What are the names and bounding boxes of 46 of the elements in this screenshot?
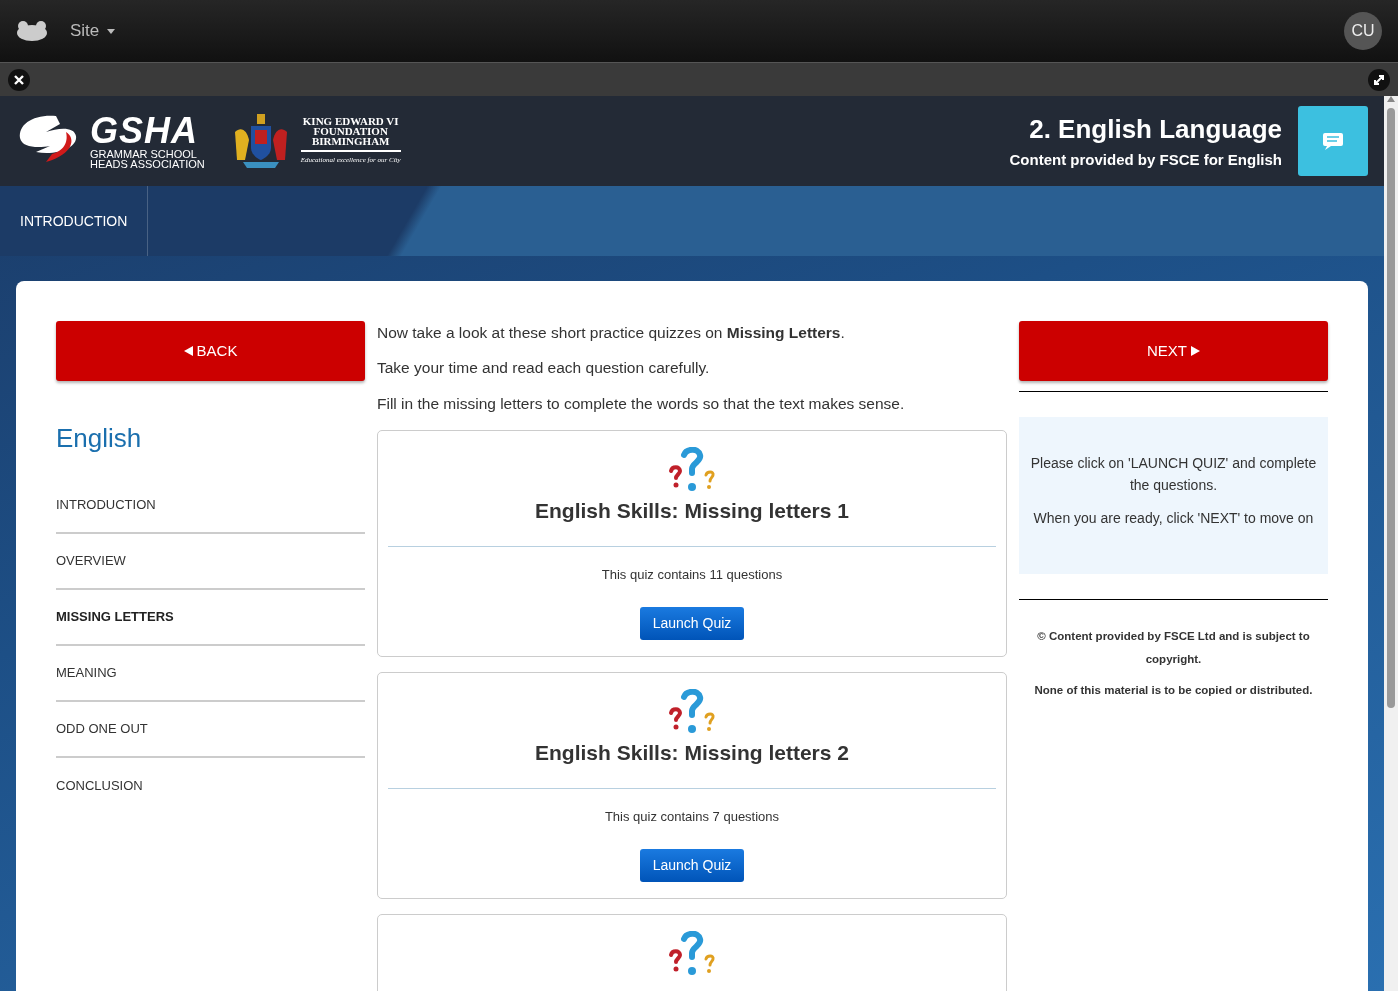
sidebar-item[interactable]: MISSING LETTERS (56, 590, 365, 646)
launch-quiz-button[interactable]: Launch Quiz (639, 848, 745, 882)
user-avatar[interactable]: CU (1344, 12, 1382, 50)
sidebar-item[interactable]: ODD ONE OUT (56, 702, 365, 758)
logo-tagline: GRAMMAR SCHOOL (90, 149, 198, 159)
next-button[interactable]: NEXT (1019, 321, 1328, 381)
caret-icon (107, 28, 116, 34)
copyright-text: None of this material is to be copied or distributed. (1033, 683, 1314, 699)
expand-button[interactable] (1368, 68, 1390, 91)
course-title: 2. English Language (1028, 113, 1282, 147)
left-arrow-icon (183, 346, 193, 356)
back-button[interactable]: BACK (56, 321, 365, 381)
crest-text: KING EDWARD VI (301, 116, 400, 127)
logo-text: GSHA (90, 113, 199, 149)
crest-text: FOUNDATION (312, 126, 389, 137)
logo-tagline: HEADS ASSOCIATION (90, 159, 205, 169)
right-arrow-icon (1191, 346, 1200, 356)
intro-text: Fill in the missing letters to complete the words so that the text makes sense. (377, 393, 906, 414)
instruction-text: Please click on 'LAUNCH QUIZ' and complete the questions. (1029, 454, 1318, 496)
crest-text: BIRMINGHAM (310, 136, 391, 147)
question-marks-icon (668, 930, 716, 977)
close-icon (14, 74, 24, 85)
sidebar-item[interactable]: INTRODUCTION (56, 478, 365, 534)
question-marks-icon (668, 446, 716, 493)
expand-icon (1373, 73, 1385, 86)
sidebar-item[interactable]: OVERVIEW (56, 534, 365, 590)
course-subtitle: Content provided by FSCE for English (1009, 150, 1282, 171)
close-button[interactable] (8, 68, 30, 91)
copyright-text: © Content provided by FSCE Ltd and is subject to copyright. (1036, 629, 1311, 668)
sidebar-item[interactable]: MEANING (56, 646, 365, 702)
scrollbar[interactable] (1384, 96, 1398, 991)
launch-quiz-button[interactable]: Launch Quiz (639, 606, 745, 640)
sidebar-title: English (56, 422, 143, 455)
site-menu[interactable]: Site (64, 17, 122, 45)
intro-text: Take your time and read each question carefully. (377, 358, 711, 379)
quiz-info: This quiz contains 7 questions (603, 808, 781, 827)
intro-text: Now take a look at these short practice quizzes on Missing Letters. (377, 323, 846, 343)
question-marks-icon (668, 688, 716, 735)
nav-tab[interactable]: INTRODUCTION (0, 186, 149, 256)
sidebar-item[interactable]: CONCLUSION (56, 758, 365, 814)
quiz-info: This quiz contains 11 questions (600, 566, 784, 585)
quiz-title: English Skills: Missing letters 2 (534, 739, 850, 766)
frog-icon[interactable] (16, 20, 48, 42)
chat-icon (1321, 131, 1345, 151)
instruction-text: When you are ready, click 'NEXT' to move on (1032, 508, 1315, 528)
quiz-title: English Skills: Missing letters 1 (534, 497, 850, 524)
